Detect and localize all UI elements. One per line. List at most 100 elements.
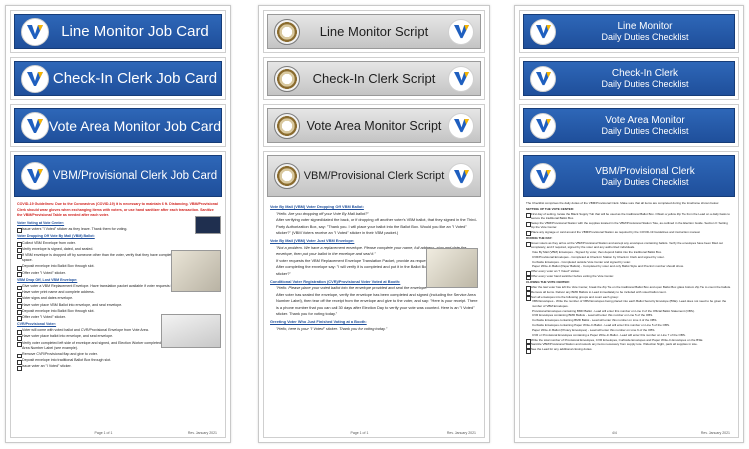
banner: VBM/Provisional Clerk Script <box>267 155 481 197</box>
checklist-subitem: CVR or Provisional Envelopes containing … <box>532 332 686 337</box>
checklist-subitem: Curbside Envelopes - Completed outside V… <box>532 259 631 264</box>
section-heading: Voter Voting at Vote Center: <box>17 220 65 225</box>
footer-center: 4/4 <box>612 431 617 435</box>
checklist-subitem: Paper Write-In Ballot (Paper Ballots) - … <box>532 264 684 269</box>
card-title-line1: Vote Area Monitor <box>605 115 685 126</box>
list-item: Remove CVR/Provisional flap and give to … <box>17 352 219 359</box>
footer-right: Rev. January 2021 <box>187 431 217 435</box>
envelope-photo <box>161 314 221 348</box>
banner: VBM/Provisional Clerk Job Card <box>14 155 222 197</box>
v-logo-icon <box>530 18 556 45</box>
page-scripts: Line Monitor Script Check-In Clerk Scrip… <box>258 5 490 443</box>
card-vbm-provisional-clerk: VBM/Provisional Clerk Job Card COVID-19 … <box>10 151 226 438</box>
footer-center: Page 1 of 1 <box>94 431 113 435</box>
page-job-cards: Line Monitor Job Card Check-In Clerk Job… <box>5 5 231 443</box>
card-vote-area-monitor-checklist: Vote Area Monitor Daily Duties Checklist <box>519 104 739 147</box>
county-seal-icon <box>274 163 300 189</box>
card-title: Vote Area Monitor Job Card <box>49 117 221 134</box>
section-heading: Voter Dropping Off Vote By Mail (VBM) Ba… <box>17 234 95 239</box>
v-logo-icon <box>21 111 49 140</box>
v-logo-icon <box>448 112 474 139</box>
checklist-item[interactable]: Offer every voter hand sanitizer before … <box>526 274 732 281</box>
checklist-item[interactable]: Greet voters as they arrive at the VBM/P… <box>526 241 732 250</box>
county-seal-icon <box>274 18 300 45</box>
page-checklists: Line Monitor Daily Duties Checklist Chec… <box>514 5 744 443</box>
banner: Check-In Clerk Job Card <box>14 61 222 96</box>
banner: Vote Area Monitor Job Card <box>14 108 222 143</box>
checklist-item[interactable]: Write the total number of Provisional En… <box>526 338 732 345</box>
checklist-subitem: Curbside Envelopes containing BMD Ballot… <box>532 318 658 323</box>
script-line: "Hello. Are you dropping off your Vote B… <box>276 210 369 216</box>
checklist-body: The Checklist comprises the daily duties… <box>526 201 732 426</box>
section-heading: SETTING UP THE VOTE CENTER: <box>526 206 574 211</box>
card-title: Line Monitor Daily Duties Checklist <box>556 21 734 42</box>
checklist-item[interactable]: Sanitize VBM/Provisional Station and res… <box>526 342 732 350</box>
card-check-in-clerk-script: Check-In Clerk Script <box>263 57 485 100</box>
card-title-line1: VBM/Provisional Clerk <box>595 165 695 177</box>
list-item: Issue voter an "I Voted" sticker. <box>17 364 219 371</box>
checklist-item[interactable]: Sort all envelopes into the following gr… <box>526 295 732 302</box>
checklist-item[interactable]: See the Lead for any additional closing … <box>526 347 732 355</box>
card-title: Vote Area Monitor Script <box>306 118 442 133</box>
card-vbm-provisional-clerk-checklist: VBM/Provisional Clerk Daily Duties Check… <box>519 151 739 438</box>
page-footer: Page 1 of 1 Rev. January 2021 <box>19 431 217 435</box>
banner: VBM/Provisional Clerk Daily Duties Check… <box>523 155 735 197</box>
envelope-image <box>171 250 221 292</box>
sticker-image <box>195 216 221 234</box>
card-line-monitor-checklist: Line Monitor Daily Duties Checklist <box>519 10 739 53</box>
checklist-subitem: Vote By Mail (VBM) Envelopes - Signed by… <box>532 249 662 254</box>
list-item: Voter signs and dates envelope. <box>17 296 219 303</box>
banner: Line Monitor Daily Duties Checklist <box>523 14 735 49</box>
section-heading: DURING THE DAY: <box>526 235 553 240</box>
list-item: Have voter place VBM Ballot into envelop… <box>17 303 219 309</box>
card-title-line2: Daily Duties Checklist <box>601 176 689 187</box>
checklist-item[interactable]: Place any signage or card around the VBM… <box>526 230 732 237</box>
v-logo-icon <box>448 65 474 92</box>
county-seal-icon <box>274 112 300 139</box>
card-vote-area-monitor-script: Vote Area Monitor Script <box>263 104 485 147</box>
checklist-item[interactable]: Offer every voter an "I Voted" sticker. <box>526 269 732 277</box>
checklist-intro: The Checklist comprises the daily duties… <box>526 201 719 205</box>
card-title-line1: Line Monitor <box>617 21 673 32</box>
card-title: VBM/Provisional Clerk Script <box>303 170 445 182</box>
script-body: Vote By Mail (VBM) Voter Dropping Off VB… <box>270 202 478 425</box>
script-line: After verifying voter signed/dated the b… <box>276 217 477 235</box>
section-heading: Vote By Mail (VBM) Voter Dropping Off VB… <box>270 204 364 209</box>
checklist-item[interactable]: Setup the VBM/Provisional Station with t… <box>526 221 732 230</box>
list-item: Issue voters "I Voted" sticker as they l… <box>17 227 219 233</box>
list-item: Collect VBM Envelope from voter. <box>17 241 219 247</box>
checklist-item[interactable]: Remove all items. Deliver any BMD Ballot… <box>526 290 732 297</box>
card-title: VBM/Provisional Clerk Job Card <box>52 170 218 182</box>
checklist-subitem: CVR Envelopes containing BMD Ballots - L… <box>532 313 654 318</box>
card-vbm-provisional-clerk-script: VBM/Provisional Clerk Script Vote By Mai… <box>263 151 485 438</box>
v-logo-icon <box>448 163 474 189</box>
card-title-line2: Daily Duties Checklist <box>601 32 689 42</box>
card-title-line2: Daily Duties Checklist <box>601 126 689 136</box>
footer-right: Rev. January 2021 <box>446 431 476 435</box>
checklist-subitem: CVR/Provisional Envelopes - Completed at… <box>532 254 665 259</box>
checklist-item[interactable]: First day of setting, locate the Black S… <box>526 212 732 221</box>
section-heading: CLOSING THE VOTE CENTER: <box>526 280 570 284</box>
page-footer: Page 1 of 1 Rev. January 2021 <box>272 431 476 435</box>
script-line: "Hello, here is your "I Voted" sticker. … <box>276 325 388 331</box>
card-title: Line Monitor Job Card <box>61 23 209 40</box>
covid-guidelines: COVID-19 Guidelines: Due to the Coronavi… <box>17 202 218 218</box>
list-item: Deposit envelope into traditional Ballot… <box>17 358 219 365</box>
v-logo-icon <box>530 163 556 189</box>
card-line-monitor: Line Monitor Job Card <box>10 10 226 53</box>
v-logo-icon <box>530 65 556 92</box>
banner: Line Monitor Script <box>267 14 481 49</box>
banner: Check-In Clerk Script <box>267 61 481 96</box>
checklist-subitem: Curbside Envelopes containing Paper Writ… <box>532 323 670 328</box>
card-check-in-clerk: Check-In Clerk Job Card <box>10 57 226 100</box>
section-heading: Greeting Voter Who Just Finished Voting … <box>270 318 367 324</box>
envelope-image <box>426 248 478 288</box>
checklist-item[interactable]: After the last voter has left the Vote C… <box>526 285 732 292</box>
checklist-subitem: Provisional Envelopes containing BMD Bal… <box>532 308 695 313</box>
card-title: Check-In Clerk Job Card <box>52 70 218 87</box>
v-logo-icon <box>448 18 474 45</box>
page-footer: 4/4 Rev. January 2021 <box>528 431 730 435</box>
footer-center: Page 1 of 1 <box>350 431 369 435</box>
v-logo-icon <box>21 17 49 46</box>
card-check-in-clerk-checklist: Check-In Clerk Daily Duties Checklist <box>519 57 739 100</box>
